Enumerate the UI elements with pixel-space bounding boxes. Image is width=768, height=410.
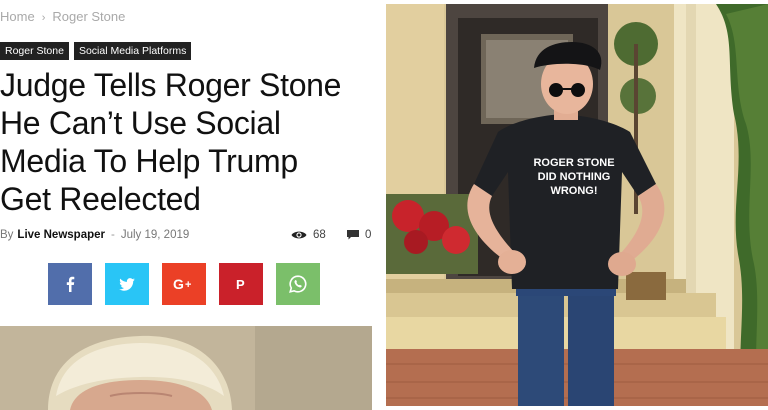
shirt-line: ROGER STONE	[533, 157, 615, 169]
breadcrumb: Home › Roger Stone	[0, 9, 125, 24]
twitter-icon	[119, 277, 135, 291]
category-tag-social-media-platforms[interactable]: Social Media Platforms	[73, 42, 192, 60]
svg-text:+: +	[185, 279, 191, 291]
share-whatsapp-button[interactable]	[276, 263, 320, 305]
shirt-slogan: ROGER STONE DID NOTHING WRONG!	[486, 156, 662, 198]
eye-icon	[291, 231, 307, 239]
article-panel: Home › Roger Stone Roger Stone Social Medi…	[0, 0, 386, 410]
comment-count-value: 0	[365, 229, 372, 241]
share-twitter-button[interactable]	[105, 263, 149, 305]
headline-line: He Can’t Use Social	[0, 105, 281, 141]
comment-icon	[347, 230, 359, 240]
photo-panel: ROGER STONE DID NOTHING WRONG!	[386, 4, 768, 406]
article-photo	[0, 326, 372, 410]
headline-line: Judge Tells Roger Stone	[0, 67, 342, 103]
breadcrumb-current[interactable]: Roger Stone	[52, 9, 125, 24]
view-count: 68	[291, 229, 326, 241]
byline: By Live Newspaper - July 19, 2019	[0, 229, 189, 241]
comment-count[interactable]: 0	[347, 229, 371, 241]
publish-date: July 19, 2019	[120, 229, 190, 241]
headline-line: Get Reelected	[0, 181, 201, 217]
author-link[interactable]: Live Newspaper	[17, 229, 105, 241]
category-tag-roger-stone[interactable]: Roger Stone	[0, 42, 69, 60]
photo-scene	[386, 4, 768, 406]
shirt-line: WRONG!	[550, 185, 598, 197]
article-meta: By Live Newspaper - July 19, 2019 68 0	[0, 229, 376, 245]
category-tags: Roger Stone Social Media Platforms	[0, 42, 192, 60]
share-facebook-button[interactable]	[48, 263, 92, 305]
breadcrumb-home-link[interactable]: Home	[0, 9, 35, 24]
shirt-line: DID NOTHING	[537, 171, 611, 183]
view-count-value: 68	[313, 229, 326, 241]
pinterest-icon: P	[236, 277, 245, 292]
facebook-icon	[66, 276, 75, 292]
share-google-plus-button[interactable]: G +	[162, 263, 206, 305]
svg-text:P: P	[236, 277, 245, 292]
svg-text:G: G	[173, 277, 184, 291]
google-plus-icon: G +	[173, 277, 191, 291]
headline-line: Media To Help Trump	[0, 143, 298, 179]
breadcrumb-separator: ›	[41, 12, 46, 24]
article-photo-image	[0, 326, 372, 410]
whatsapp-icon	[289, 275, 307, 293]
share-pinterest-button[interactable]: P	[219, 263, 263, 305]
article-headline: Judge Tells Roger Stone He Can’t Use Soc…	[0, 66, 380, 218]
date-separator: -	[111, 229, 115, 241]
byline-prefix: By	[0, 229, 14, 241]
